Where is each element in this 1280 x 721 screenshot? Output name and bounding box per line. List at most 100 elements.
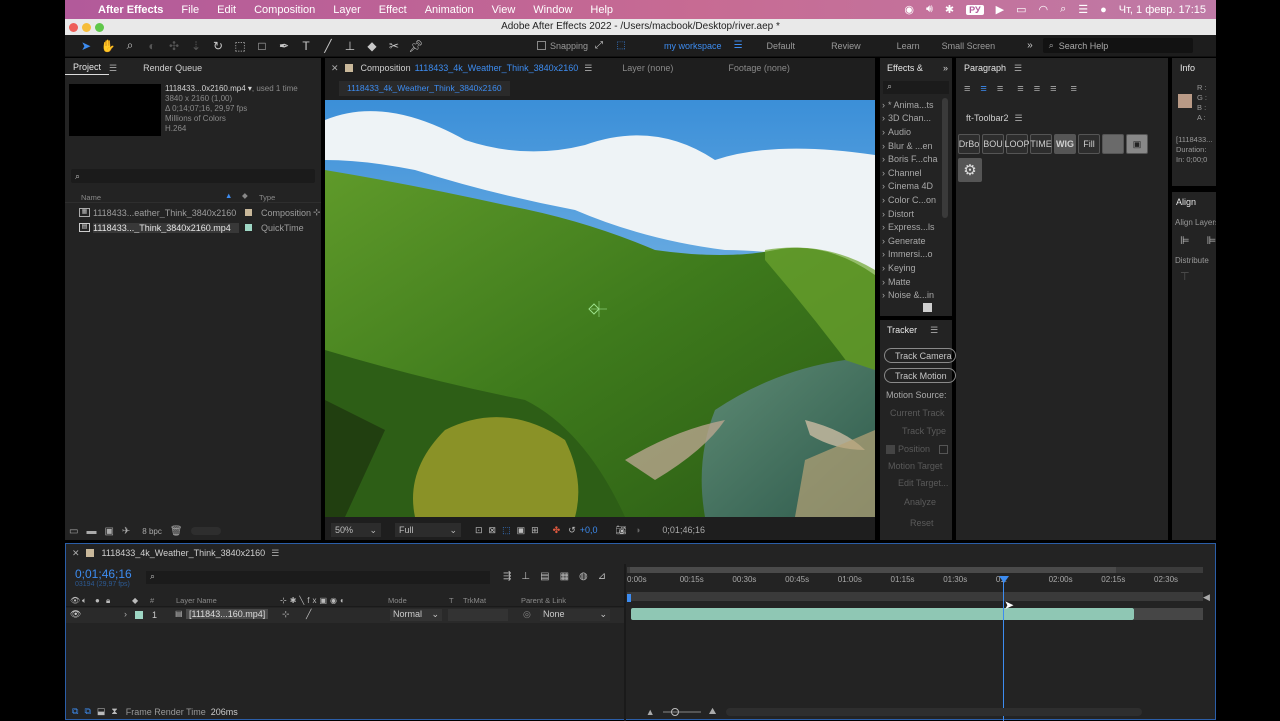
timeline-scrollbar[interactable] (726, 707, 1143, 716)
dolly-tool-icon[interactable]: ⇣ (185, 36, 207, 56)
flowchart-icon[interactable]: ⊹ (313, 207, 321, 218)
guides-icon[interactable]: ⊞ (531, 525, 539, 536)
layer-switches-toggle-icon[interactable]: ⧉ (72, 706, 78, 717)
ft-drbo-button[interactable]: DrBo (958, 134, 980, 154)
edit-target-button[interactable]: Edit Target... (898, 478, 948, 488)
effects-category[interactable]: › Immersi...o (882, 248, 942, 262)
thumbnail-size-slider[interactable] (190, 527, 221, 535)
record-icon[interactable]: ◉ (904, 3, 914, 16)
graph-editor-icon[interactable]: ⊿ (598, 571, 606, 582)
wifi-icon[interactable]: ◠ (1038, 3, 1048, 16)
close-tab-icon[interactable]: ✕ (331, 63, 339, 74)
roto-brush-tool-icon[interactable]: ✂ (383, 36, 405, 56)
tab-render-queue[interactable]: Render Queue (135, 63, 210, 73)
label-tag-icon[interactable]: ◆ (132, 596, 138, 605)
sort-ascending-icon[interactable]: ▲ (225, 191, 232, 200)
tab-footage[interactable]: Footage (none) (728, 63, 790, 73)
current-time-display[interactable]: 0;01;46;16 (75, 567, 132, 581)
zoom-slider-handle[interactable] (670, 707, 679, 716)
more-panels-icon[interactable]: » (943, 63, 952, 73)
puppet-tool-icon[interactable]: 📌︎ (405, 36, 427, 56)
paragraph-title[interactable]: Paragraph (956, 63, 1014, 73)
effects-category[interactable]: › Cinema 4D (882, 180, 942, 194)
tab-layer[interactable]: Layer (none) (622, 63, 673, 73)
zoom-window-icon[interactable] (95, 23, 104, 32)
col-type-header[interactable]: Type (259, 193, 275, 202)
siri-icon[interactable]: ● (1100, 4, 1107, 16)
effects-search-input[interactable]: ⌕ (883, 81, 949, 94)
justify-right-icon[interactable]: ≡ (1050, 83, 1056, 95)
effects-category[interactable]: › * Anima...ts (882, 98, 942, 112)
layer-duration-bar[interactable] (631, 608, 1134, 620)
battery-icon[interactable]: ▭ (1016, 3, 1026, 16)
menubar-clock[interactable]: Чт, 1 февр. 17:15 (1119, 4, 1206, 16)
selection-tool-icon[interactable]: ➤ (75, 36, 97, 56)
workspace-learn[interactable]: Learn (873, 41, 932, 51)
snap-options-icon[interactable]: ⤢ (588, 36, 610, 56)
project-search-input[interactable]: ⌕ (71, 169, 315, 183)
mask-visibility-icon[interactable]: ⬚ (502, 525, 511, 536)
viewer-menu-icon[interactable]: ☰ (584, 63, 592, 74)
audio-icon[interactable]: 🔈︎ (82, 596, 87, 606)
time-ruler[interactable]: 0:00s 00:15s 00:30s 00:45s 01:00s 01:15s 01:30… (627, 572, 1203, 586)
position-checkbox[interactable]: Position (886, 444, 949, 454)
interpret-footage-icon[interactable]: ▭ (69, 526, 78, 537)
workspace-menu-icon[interactable]: ☰ (734, 40, 743, 51)
ft-gradient-button[interactable] (1102, 134, 1124, 154)
justify-left-icon[interactable]: ≡ (1017, 83, 1023, 95)
track-camera-button[interactable]: Track Camera (884, 348, 956, 363)
time-graph-area[interactable]: 0:00s 00:15s 00:30s 00:45s 01:00s 01:15s 01:30… (627, 564, 1203, 721)
menu-layer[interactable]: Layer (324, 4, 370, 16)
show-snapshot-icon[interactable]: ◑ (635, 525, 640, 535)
resolution-dropdown[interactable]: Full ⌄ (395, 523, 461, 537)
align-horizontal-center-icon[interactable]: ⊫ (1207, 235, 1217, 247)
effects-category[interactable]: › Noise &...in (882, 288, 942, 302)
timeline-zoom-slider[interactable] (662, 707, 701, 716)
layer-row[interactable]: 👁︎ › 1 ▤ [111843...160.mp4] ⊹ ╱ Normal ⌄ … (66, 608, 626, 623)
in-point-marker[interactable] (627, 594, 631, 602)
justify-all-icon[interactable]: ≡ (1071, 83, 1077, 95)
pan-tool-icon[interactable]: ✣ (163, 36, 185, 56)
layer-visibility-icon[interactable]: 👁︎ (70, 609, 81, 620)
distribute-top-icon[interactable]: ⊤ (1180, 270, 1190, 283)
ft-wig-button[interactable]: WIG (1054, 134, 1076, 154)
menu-effect[interactable]: Effect (370, 4, 416, 16)
search-help-field[interactable]: ⌕ Search Help (1042, 38, 1193, 53)
expand-layer-chevron-icon[interactable]: › (124, 609, 127, 619)
quality-icon[interactable]: ╱ (306, 609, 311, 620)
comp-breadcrumb[interactable]: 1118433_4k_Weather_Think_3840x2160 (339, 81, 510, 96)
draft-3d-icon[interactable]: ⊥ (521, 571, 530, 582)
in-out-panes-icon[interactable]: ⬓ (97, 706, 106, 717)
render-queue-icon[interactable]: ✈ (122, 526, 130, 537)
menu-edit[interactable]: Edit (208, 4, 245, 16)
transfer-controls-icon[interactable]: ⧉ (84, 706, 90, 717)
effects-category[interactable]: › Channel (882, 166, 942, 180)
comp-time-bar[interactable] (627, 592, 1203, 601)
pen-tool-icon[interactable]: ✒ (273, 36, 295, 56)
layer-search-input[interactable]: ⌕ (146, 571, 490, 584)
workspace-default[interactable]: Default (743, 41, 808, 51)
align-center-icon[interactable]: ≡ (980, 83, 986, 95)
end-marker-icon[interactable]: ◀ (1203, 592, 1210, 603)
frame-blending-icon[interactable]: ▦ (560, 571, 569, 582)
align-left-icon[interactable]: ≡ (964, 83, 970, 95)
app-name-menu[interactable]: After Effects (89, 4, 172, 16)
video-visibility-icon[interactable]: 👁︎ (70, 596, 80, 605)
project-panel-menu-icon[interactable]: ☰ (109, 63, 117, 74)
input-language-badge[interactable]: РУ (966, 4, 984, 15)
new-preset-icon[interactable] (923, 303, 932, 312)
color-channels-icon[interactable]: ✤ (553, 525, 561, 536)
ft-fill-button[interactable]: Fill (1078, 134, 1100, 154)
justify-center-icon[interactable]: ≡ (1034, 83, 1040, 95)
viewer-timecode[interactable]: 0;01;46;16 (662, 525, 705, 535)
workspace-small-screen[interactable]: Small Screen (932, 41, 1008, 51)
bit-depth-label[interactable]: 8 bpc (142, 527, 162, 536)
layer-name[interactable]: [111843...160.mp4] (186, 609, 269, 619)
zoom-in-icon[interactable]: ⛰︎ (709, 706, 717, 717)
menu-window[interactable]: Window (524, 4, 581, 16)
ft-loop-button[interactable]: LOOP (1005, 134, 1030, 154)
tab-effects-presets[interactable]: Effects & (880, 63, 930, 73)
new-composition-icon[interactable]: ▣ (104, 526, 113, 537)
menu-animation[interactable]: Animation (416, 4, 483, 16)
checkbox-box[interactable] (939, 444, 949, 454)
